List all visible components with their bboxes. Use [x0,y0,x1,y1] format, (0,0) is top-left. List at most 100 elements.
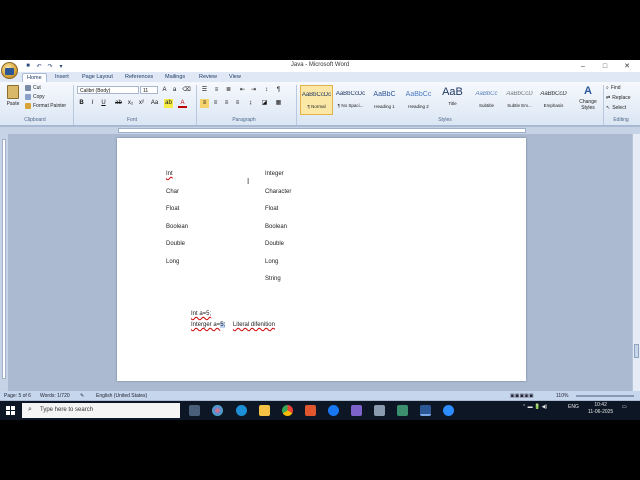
word-count[interactable]: Words: 1/720 [40,393,70,399]
zoom-slider[interactable] [576,395,634,397]
subscript-button[interactable]: x₂ [126,99,135,108]
style-subtitle[interactable]: AaBbCc Subtitle [470,85,503,115]
horizontal-ruler[interactable] [0,127,640,134]
align-right-icon[interactable]: ≡ [222,99,231,108]
list-item: Float [265,206,279,212]
vertical-ruler[interactable] [0,134,8,392]
taskbar: ⌕ Type here to search ⌃ ▬ 🔋 ◀) ENG 10:42… [0,401,640,420]
underline-button[interactable]: U [99,99,108,108]
scrollbar-thumb[interactable] [634,344,639,358]
style-title[interactable]: AaB Title [436,85,469,115]
tab-insert[interactable]: Insert [51,73,73,82]
multilevel-list-icon[interactable]: ≣ [224,86,233,95]
app-icon[interactable] [397,405,408,416]
code-line: Int a=5; [191,311,212,317]
document-page[interactable]: Int Char Float Boolean Double Long Integ… [117,138,526,381]
language-tray[interactable]: ENG [568,404,579,410]
notifications-icon[interactable]: ▭ [622,404,627,410]
tab-home[interactable]: Home [22,73,47,82]
tray-icons[interactable]: ⌃ ▬ 🔋 ◀) [522,404,547,410]
ruler-track [118,128,526,133]
tab-page-layout[interactable]: Page Layout [78,73,117,82]
tab-review[interactable]: Review [195,73,221,82]
replace-button[interactable]: ⇄ Replace [606,95,631,101]
group-divider [603,85,604,125]
font-color-button[interactable]: A [178,99,187,108]
copy-button[interactable]: Copy [25,94,45,100]
sort-icon[interactable]: ↕ [262,86,271,95]
highlight-button[interactable]: ab [164,99,173,108]
style-emphasis[interactable]: AaBbCcD Emphasis [537,85,570,115]
change-case-button[interactable]: Aa [150,99,159,108]
borders-icon[interactable]: ▦ [274,99,283,108]
decrease-indent-icon[interactable]: ⇤ [238,86,247,95]
close-button[interactable]: ✕ [616,60,638,72]
style-heading-2[interactable]: AaBbCc Heading 2 [402,85,435,115]
maximize-button[interactable]: □ [594,60,616,72]
style-no-spacing[interactable]: AaBbCcDc ¶ No Spaci... [334,85,367,115]
font-name-combo[interactable]: Calibri (Body) [77,86,139,94]
align-left-icon[interactable]: ≡ [200,99,209,108]
find-button[interactable]: ⌕ Find [606,85,621,91]
page-count[interactable]: Page: 5 of 6 [4,393,31,399]
view-buttons[interactable]: ▣▣▣▣▣ [510,393,534,399]
edge-icon[interactable] [236,405,247,416]
show-marks-icon[interactable]: ¶ [274,86,283,95]
paste-button[interactable]: Paste [4,85,22,107]
copilot-icon[interactable] [212,405,223,416]
vertical-scrollbar[interactable] [632,134,640,392]
clock[interactable]: 10:42 11-06-2025 [588,402,613,416]
group-divider [296,85,297,125]
app-icon[interactable] [351,405,362,416]
cut-button[interactable]: Cut [25,85,41,91]
style-subtle-emphasis[interactable]: AaBbCcD Subtle Em... [503,85,536,115]
clear-format-icon[interactable]: ⌫ [182,86,191,95]
tab-view[interactable]: View [225,73,245,82]
strikethrough-button[interactable]: ab [114,99,123,108]
shading-icon[interactable]: ◪ [260,99,269,108]
group-divider [73,85,74,125]
file-explorer-icon[interactable] [259,405,270,416]
superscript-button[interactable]: x² [137,99,146,108]
format-painter-button[interactable]: Format Painter [25,103,66,109]
facebook-icon[interactable] [328,405,339,416]
windows-start-icon[interactable] [6,406,15,415]
style-heading-1[interactable]: AaBbC Heading 1 [368,85,401,115]
increase-indent-icon[interactable]: ⇥ [249,86,258,95]
bullets-icon[interactable]: ☰ [200,86,209,95]
bottom-black-bar [0,420,640,480]
word-icon[interactable] [420,405,431,416]
select-button[interactable]: ↖ Select [606,105,626,111]
italic-button[interactable]: I [88,99,97,108]
app-icon[interactable] [374,405,385,416]
list-item: Long [265,259,279,265]
numbering-icon[interactable]: ≡ [212,86,221,95]
taskbar-search[interactable]: ⌕ Type here to search [22,403,180,418]
tab-references[interactable]: References [121,73,157,82]
list-item: Character [265,189,292,195]
align-center-icon[interactable]: ≡ [211,99,220,108]
task-view-icon[interactable] [189,405,200,416]
zoom-level[interactable]: 110% [556,393,568,399]
proofing-icon[interactable]: ✎ [80,393,84,399]
grow-font-button[interactable]: A [160,86,169,95]
justify-icon[interactable]: ≡ [233,99,242,108]
shrink-font-button[interactable]: a [170,86,179,95]
zoom-icon[interactable] [443,405,454,416]
window-title: Java - Microsoft Word [290,62,350,68]
font-size-combo[interactable]: 11 [140,86,158,94]
bold-button[interactable]: B [77,99,86,108]
copy-icon [25,94,31,100]
change-styles-button[interactable]: A Change Styles [575,85,601,111]
brave-icon[interactable] [305,405,316,416]
minimize-button[interactable]: – [572,60,594,72]
line-spacing-icon[interactable]: ↨ [246,99,255,108]
tab-mailings[interactable]: Mailings [161,73,189,82]
window-controls: – □ ✕ [572,60,638,72]
brush-icon [25,103,31,109]
top-black-bar [0,0,640,60]
chrome-icon[interactable] [282,405,293,416]
language-indicator[interactable]: English (United States) [96,393,147,399]
office-button[interactable] [1,62,18,79]
style-normal[interactable]: AaBbCcDc ¶ Normal [300,85,333,115]
